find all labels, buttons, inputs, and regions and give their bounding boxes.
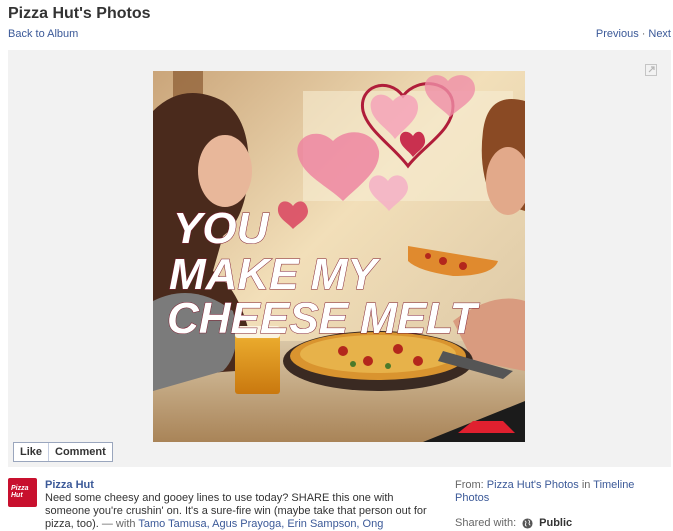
post-caption: Need some cheesy and gooey lines to use … (45, 492, 435, 531)
avatar[interactable]: Pizza Hut (8, 478, 37, 507)
globe-icon (522, 518, 533, 529)
shared-with-label: Shared with: (455, 517, 517, 529)
back-to-album-link[interactable]: Back to Album (8, 28, 78, 40)
photo-image[interactable]: YOU MAKE MY CHEESE MELT (153, 71, 525, 442)
privacy-value[interactable]: Public (539, 517, 572, 530)
with-prefix: — with (101, 518, 136, 530)
photo-stage: YOU MAKE MY CHEESE MELT Like Comment (8, 50, 671, 467)
headline-line-1: YOU (173, 204, 270, 253)
from-label: From: (455, 479, 484, 491)
shared-with-row: Shared with: Public (455, 517, 670, 530)
avatar-logo: Pizza Hut (11, 485, 29, 499)
expand-icon[interactable] (645, 64, 657, 76)
tagged-people-link[interactable]: Tamo Tamusa, Agus Prayoga, Erin Sampson,… (138, 518, 383, 530)
post-author-link[interactable]: Pizza Hut (45, 479, 94, 491)
from-album-link[interactable]: Pizza Hut's Photos (487, 479, 579, 491)
previous-link[interactable]: Previous (596, 28, 639, 40)
photo-meta: From: Pizza Hut's Photos in Timeline Pho… (455, 479, 670, 530)
from-row: From: Pizza Hut's Photos in Timeline Pho… (455, 479, 670, 505)
headline-line-2: MAKE MY (169, 250, 380, 299)
next-link[interactable]: Next (648, 28, 671, 40)
page-title: Pizza Hut's Photos (8, 5, 151, 22)
pager-separator: · (641, 28, 646, 40)
comment-button[interactable]: Comment (48, 443, 112, 461)
headline-line-3: CHEESE MELT (167, 294, 480, 343)
in-word: in (581, 479, 591, 491)
photo-pager: Previous · Next (596, 28, 671, 40)
like-button[interactable]: Like (14, 443, 48, 461)
photo-actions: Like Comment (13, 442, 113, 462)
